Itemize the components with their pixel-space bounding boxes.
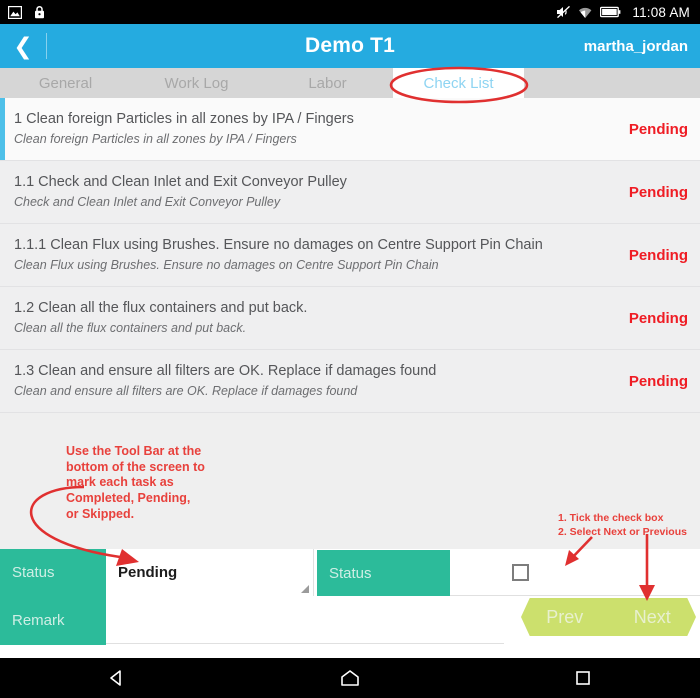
status-badge: Pending — [628, 246, 688, 264]
status-select-value: Pending — [118, 564, 178, 581]
task-description: Clean Flux using Brushes. Ensure no dama… — [14, 257, 439, 272]
nav-back-button[interactable] — [0, 668, 233, 688]
task-description: Clean all the flux containers and put ba… — [14, 320, 247, 335]
back-triangle-icon — [109, 670, 121, 686]
task-description: Clean and ensure all filters are OK. Rep… — [14, 383, 358, 398]
task-description: Check and Clean Inlet and Exit Conveyor … — [14, 194, 281, 209]
annotation-step-1: 1. Tick the check box — [558, 512, 664, 524]
annotation-steps: 1. Tick the check box 2. Select Next or … — [558, 511, 687, 539]
prev-next-nav: Prev Next — [521, 598, 696, 636]
table-row[interactable]: 1.3 Clean and ensure all filters are OK.… — [0, 350, 700, 413]
table-row[interactable]: 1.2 Clean all the flux containers and pu… — [0, 287, 700, 350]
android-nav-bar — [0, 658, 700, 698]
chevron-down-icon — [301, 585, 309, 593]
mute-icon — [556, 5, 571, 19]
selected-row-accent — [0, 98, 5, 160]
task-title: 1.1.1 Clean Flux using Brushes. Ensure n… — [14, 236, 543, 253]
row-text-block: 1.2 Clean all the flux containers and pu… — [14, 299, 615, 337]
next-button[interactable]: Next — [634, 607, 671, 628]
row-text-block: 1.1 Check and Clean Inlet and Exit Conve… — [14, 173, 615, 211]
tab-labor[interactable]: Labor — [262, 68, 393, 98]
annotation-step-2: 2. Select Next or Previous — [558, 526, 687, 539]
status-badge: Pending — [628, 183, 688, 201]
status-badge: Pending — [628, 372, 688, 390]
status-bar-left-icons — [7, 5, 45, 19]
tab-work-log[interactable]: Work Log — [131, 68, 262, 98]
nav-home-button[interactable] — [233, 668, 466, 688]
lock-icon — [34, 5, 45, 19]
table-row[interactable]: 1.1.1 Clean Flux using Brushes. Ensure n… — [0, 224, 700, 287]
bottom-white-gap — [0, 645, 700, 658]
tab-bar: General Work Log Labor Check List — [0, 68, 700, 98]
tab-general[interactable]: General — [0, 68, 131, 98]
app-screen: 11:08 AM ❮ Demo T1 martha_jordan General… — [0, 0, 700, 698]
status-field-label: Status — [0, 549, 106, 596]
annotation-toolbar-note: Use the Tool Bar at the bottom of the sc… — [66, 444, 205, 521]
task-checkbox-cell — [450, 549, 700, 596]
remark-input[interactable] — [106, 596, 504, 644]
android-status-bar: 11:08 AM — [0, 0, 700, 24]
status-badge: Pending — [628, 120, 688, 138]
battery-icon — [600, 6, 621, 18]
app-header-bar: ❮ Demo T1 martha_jordan — [0, 24, 700, 68]
task-title: 1 Clean foreign Particles in all zones b… — [14, 110, 354, 127]
current-user-label[interactable]: martha_jordan — [584, 38, 688, 55]
secondary-status-label: Status — [317, 550, 450, 596]
prev-next-labels: Prev Next — [521, 598, 696, 636]
task-title: 1.3 Clean and ensure all filters are OK.… — [14, 362, 437, 379]
status-bar-right-icons: 11:08 AM — [556, 5, 690, 20]
task-checkbox[interactable] — [511, 563, 529, 581]
task-title: 1.1 Check and Clean Inlet and Exit Conve… — [14, 173, 347, 190]
status-bar-clock: 11:08 AM — [632, 4, 690, 20]
image-icon — [7, 5, 23, 19]
nav-recents-button[interactable] — [467, 669, 700, 687]
wifi-icon — [578, 6, 593, 19]
check-list: 1 Clean foreign Particles in all zones b… — [0, 98, 700, 413]
home-icon — [341, 670, 359, 686]
table-row[interactable]: 1.1 Check and Clean Inlet and Exit Conve… — [0, 161, 700, 224]
recents-square-icon — [576, 671, 591, 685]
row-text-block: 1.1.1 Clean Flux using Brushes. Ensure n… — [14, 236, 615, 274]
task-description: Clean foreign Particles in all zones by … — [14, 131, 297, 146]
prev-button[interactable]: Prev — [546, 607, 583, 628]
task-title: 1.2 Clean all the flux containers and pu… — [14, 299, 308, 316]
tab-check-list[interactable]: Check List — [393, 68, 524, 98]
status-badge: Pending — [628, 309, 688, 327]
table-row[interactable]: 1 Clean foreign Particles in all zones b… — [0, 98, 700, 161]
row-text-block: 1.3 Clean and ensure all filters are OK.… — [14, 362, 615, 400]
remark-field-label: Remark — [0, 596, 106, 645]
row-text-block: 1 Clean foreign Particles in all zones b… — [14, 110, 615, 148]
status-select[interactable]: Pending — [106, 549, 314, 596]
